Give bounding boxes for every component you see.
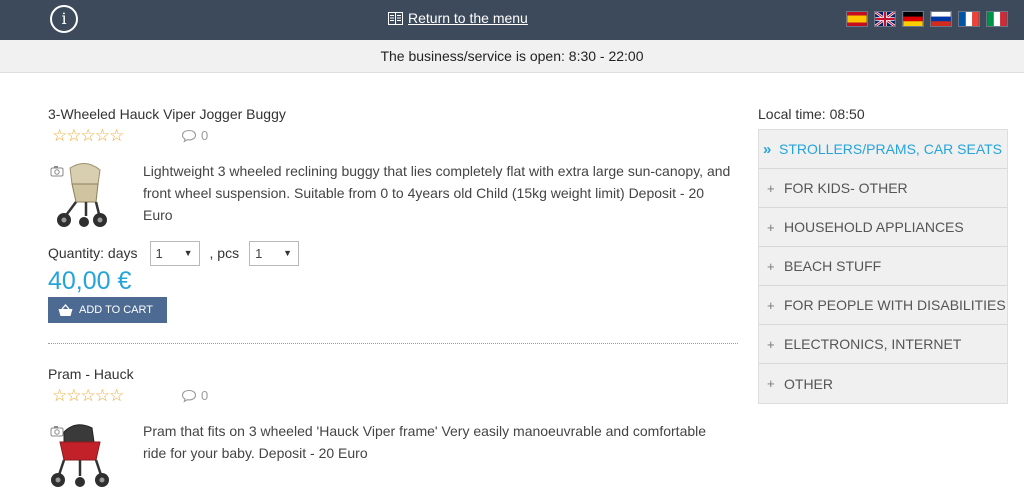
rating-stars[interactable]: ☆☆☆☆☆ [52,126,124,146]
return-to-menu-label: Return to the menu [408,10,528,26]
pcs-label: , pcs [209,245,240,261]
product-price: 40,00 € [48,267,132,295]
category-menu: » STROLLERS/PRAMS, CAR SEATS + FOR KIDS-… [758,129,1008,404]
product-card: Pram - Hauck ☆☆☆☆☆ 0 Pram that fits on 3… [48,364,738,490]
plus-icon: + [767,336,775,352]
product-body: Pram that fits on 3 wheeled 'Hauck Viper… [48,420,738,490]
local-time: Local time: 08:50 [758,106,865,122]
add-to-cart-label: ADD TO CART [79,304,153,316]
category-for-kids-other[interactable]: + FOR KIDS- OTHER [759,169,1007,208]
german-flag-icon[interactable] [902,11,924,27]
jogger-buggy-image[interactable] [50,158,110,230]
quantity-days-label: Quantity: days [48,245,138,261]
italian-flag-icon[interactable] [986,11,1008,27]
product-title[interactable]: Pram - Hauck [48,364,738,384]
product-description: Lightweight 3 wheeled reclining buggy th… [143,163,731,223]
product-divider [48,343,738,344]
french-flag-icon[interactable] [958,11,980,27]
category-label: ELECTRONICS, INTERNET [784,336,962,352]
category-label: FOR KIDS- OTHER [784,180,908,196]
menu-book-icon [388,11,403,25]
comment-icon [181,389,197,403]
comments-count: 0 [201,388,209,403]
english-flag-icon[interactable] [874,11,896,27]
rating-row: ☆☆☆☆☆ 0 [48,386,738,408]
rating-row: ☆☆☆☆☆ 0 [48,126,738,148]
category-strollers[interactable]: » STROLLERS/PRAMS, CAR SEATS [759,130,1007,169]
comments-link[interactable]: 0 [181,128,208,143]
chevron-down-icon: ▼ [183,247,193,258]
category-label: OTHER [784,375,833,392]
comment-icon [181,129,197,143]
spanish-flag-icon[interactable] [846,11,868,27]
camera-icon [50,166,64,177]
plus-icon: + [767,376,775,391]
category-beach-stuff[interactable]: + BEACH STUFF [759,247,1007,286]
add-to-cart-button[interactable]: ADD TO CART [48,297,167,323]
plus-icon: + [767,297,775,313]
comments-count: 0 [201,128,209,143]
plus-icon: + [767,258,775,274]
camera-icon [50,426,64,437]
russian-flag-icon[interactable] [930,11,952,27]
language-flags [846,11,1008,27]
chevron-down-icon: ▼ [283,247,293,258]
category-label: FOR PEOPLE WITH DISABILITIES [784,297,1006,313]
top-bar: i Return to the menu [0,0,1024,40]
category-electronics-internet[interactable]: + ELECTRONICS, INTERNET [759,325,1007,364]
category-label: BEACH STUFF [784,258,882,274]
pcs-select[interactable]: 1 ▼ [249,240,300,266]
product-description: Pram that fits on 3 wheeled 'Hauck Viper… [143,423,707,461]
pcs-select-value: 1 [255,245,263,261]
quantity-row: Quantity: days 1 ▼ , pcs 1 ▼ [48,240,300,266]
category-household-appliances[interactable]: + HOUSEHOLD APPLIANCES [759,208,1007,247]
category-people-with-disabilities[interactable]: + FOR PEOPLE WITH DISABILITIES [759,286,1007,325]
info-icon-glyph: i [61,9,67,28]
product-title[interactable]: 3-Wheeled Hauck Viper Jogger Buggy [48,104,738,124]
double-chevron-right-icon: » [763,140,772,158]
return-to-menu-link[interactable]: Return to the menu [388,10,528,26]
product-card: 3-Wheeled Hauck Viper Jogger Buggy ☆☆☆☆☆… [48,104,738,323]
basket-icon [58,303,73,316]
category-label: STROLLERS/PRAMS, CAR SEATS [779,141,1003,157]
category-label: HOUSEHOLD APPLIANCES [784,219,964,235]
opening-hours-banner: The business/service is open: 8:30 - 22:… [0,40,1024,73]
pram-image[interactable] [50,418,110,490]
comments-link[interactable]: 0 [181,388,208,403]
days-select-value: 1 [155,245,163,261]
category-other[interactable]: + OTHER [759,364,1007,403]
product-body: Lightweight 3 wheeled reclining buggy th… [48,160,738,230]
plus-icon: + [767,180,775,196]
days-select[interactable]: 1 ▼ [149,240,200,266]
info-icon[interactable]: i [50,5,78,33]
rating-stars[interactable]: ☆☆☆☆☆ [52,386,124,406]
plus-icon: + [767,219,775,235]
